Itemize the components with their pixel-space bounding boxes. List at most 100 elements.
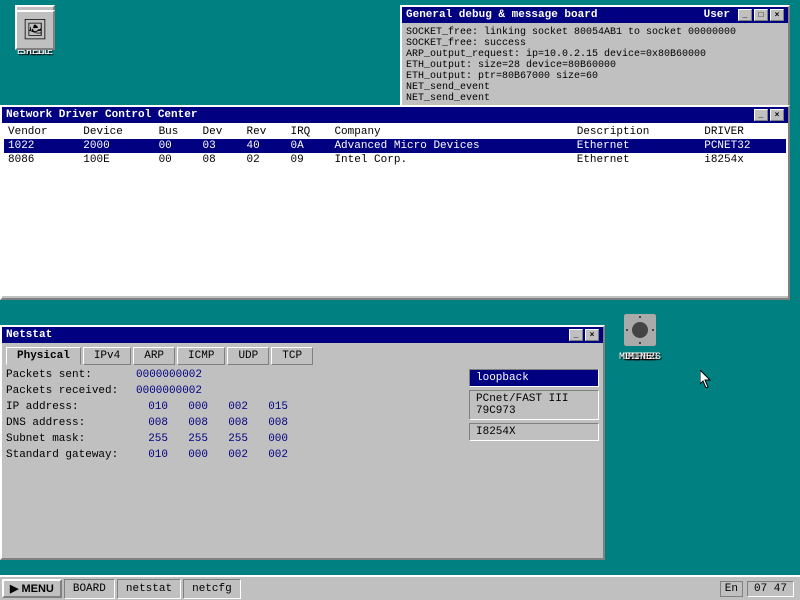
netdriver-close-btn[interactable]: × bbox=[770, 109, 784, 121]
netstat-content: PhysicalIPv4ARPICMPUDPTCP Packets sent:0… bbox=[2, 343, 603, 556]
debug-maximize-btn[interactable]: □ bbox=[754, 9, 768, 21]
stat-row: Packets received:0000000002 bbox=[6, 385, 463, 397]
tab-physical[interactable]: Physical bbox=[6, 347, 81, 365]
stat-value: 010 bbox=[136, 401, 168, 413]
icon-img-mine bbox=[620, 310, 660, 350]
debug-line: ETH_output: size=28 device=80B60000 bbox=[406, 60, 784, 71]
desktop-icon-mine[interactable]: MINE bbox=[610, 310, 670, 363]
stat-row: DNS address:008008008008 bbox=[6, 417, 463, 429]
netstat-title: Netstat bbox=[6, 329, 52, 341]
netstat-right: loopback PCnet/FAST III 79C973 I8254X bbox=[469, 369, 599, 465]
taskbar-netstat-label: netstat bbox=[126, 583, 172, 595]
taskbar-netcfg[interactable]: netcfg bbox=[183, 579, 241, 599]
debug-line: SOCKET_free: success bbox=[406, 38, 784, 49]
debug-content: SOCKET_free: linking socket 80054AB1 to … bbox=[402, 23, 788, 116]
adapter-button[interactable]: PCnet/FAST III 79C973 bbox=[469, 390, 599, 420]
netdriver-col-header: Company bbox=[330, 125, 572, 139]
icon-img-extra2: 🖼 bbox=[15, 10, 55, 50]
netdriver-cell: 100E bbox=[79, 153, 154, 167]
netdriver-cell: 0A bbox=[286, 139, 330, 153]
netdriver-table: VendorDeviceBusDevRevIRQCompanyDescripti… bbox=[4, 125, 786, 167]
netstat-title-left: Netstat bbox=[6, 329, 52, 341]
tab-tcp[interactable]: TCP bbox=[271, 347, 313, 365]
stat-value: 255 bbox=[216, 433, 248, 445]
netdriver-title: Network Driver Control Center bbox=[6, 109, 197, 121]
stat-value: 0000000002 bbox=[136, 385, 202, 397]
netstat-left: Packets sent:0000000002 Packets received:… bbox=[6, 369, 463, 465]
stat-label: DNS address: bbox=[6, 417, 136, 429]
netdriver-cell: PCNET32 bbox=[700, 139, 786, 153]
debug-title-left: General debug & message board bbox=[406, 9, 597, 21]
stat-value: 0000000002 bbox=[136, 369, 202, 381]
taskbar-netstat[interactable]: netstat bbox=[117, 579, 181, 599]
tab-udp[interactable]: UDP bbox=[227, 347, 269, 365]
netdriver-cell: i8254x bbox=[700, 153, 786, 167]
netdriver-title-left: Network Driver Control Center bbox=[6, 109, 197, 121]
netdriver-cell: 1022 bbox=[4, 139, 79, 153]
netstat-close-btn[interactable]: × bbox=[585, 329, 599, 341]
stat-value: 008 bbox=[176, 417, 208, 429]
netdriver-col-header: Bus bbox=[155, 125, 199, 139]
debug-window: General debug & message board User _ □ ×… bbox=[400, 5, 790, 120]
debug-user-label: User bbox=[704, 9, 730, 21]
netdriver-row[interactable]: 8086100E00080209Intel Corp.Etherneti8254… bbox=[4, 153, 786, 167]
netstat-window: Netstat _ × PhysicalIPv4ARPICMPUDPTCP Pa… bbox=[0, 325, 605, 560]
debug-titlebar: General debug & message board User _ □ × bbox=[402, 7, 788, 23]
icon-label-mine: MINE bbox=[628, 352, 652, 363]
adapter-button[interactable]: I8254X bbox=[469, 423, 599, 441]
netdriver-col-header: Dev bbox=[199, 125, 243, 139]
debug-line: ARP_output_request: ip=10.0.2.15 device=… bbox=[406, 49, 784, 60]
netdriver-window: Network Driver Control Center _ × Vendor… bbox=[0, 105, 790, 300]
start-button[interactable]: ▶ MENU bbox=[2, 579, 62, 598]
stat-row: Packets sent:0000000002 bbox=[6, 369, 463, 381]
stat-value: 002 bbox=[216, 401, 248, 413]
tab-arp[interactable]: ARP bbox=[133, 347, 175, 365]
stat-row: Standard gateway:010000002002 bbox=[6, 449, 463, 461]
netdriver-minimize-btn[interactable]: _ bbox=[754, 109, 768, 121]
stat-values: 0000000002 bbox=[136, 385, 202, 397]
stat-value: 000 bbox=[176, 401, 208, 413]
debug-line: NET_send_event bbox=[406, 82, 784, 93]
debug-close-btn[interactable]: × bbox=[770, 9, 784, 21]
stat-row: IP address:010000002015 bbox=[6, 401, 463, 413]
debug-titlebar-btns: _ □ × bbox=[738, 9, 784, 21]
netdriver-cell: Intel Corp. bbox=[330, 153, 572, 167]
stat-value: 255 bbox=[176, 433, 208, 445]
netdriver-cell: 02 bbox=[243, 153, 287, 167]
netstat-body: Packets sent:0000000002 Packets received:… bbox=[6, 369, 599, 465]
netdriver-cell: 00 bbox=[155, 139, 199, 153]
taskbar-board[interactable]: BOARD bbox=[64, 579, 115, 599]
right-desktop-icons: CLICKS SNAKE MBLOCKS PONG bbox=[610, 310, 800, 320]
debug-minimize-btn[interactable]: _ bbox=[738, 9, 752, 21]
stat-label: Subnet mask: bbox=[6, 433, 136, 445]
debug-line: NET_send_event bbox=[406, 93, 784, 104]
adapter-button[interactable]: loopback bbox=[469, 369, 599, 387]
netdriver-cell: 8086 bbox=[4, 153, 79, 167]
netdriver-col-header: Vendor bbox=[4, 125, 79, 139]
tab-icmp[interactable]: ICMP bbox=[177, 347, 225, 365]
netdriver-col-header: Rev bbox=[243, 125, 287, 139]
stat-value: 008 bbox=[256, 417, 288, 429]
cursor bbox=[700, 370, 712, 388]
stat-value: 000 bbox=[256, 433, 288, 445]
debug-line: SOCKET_free: linking socket 80054AB1 to … bbox=[406, 27, 784, 38]
tab-ipv4[interactable]: IPv4 bbox=[83, 347, 131, 365]
taskbar-right: En 07 47 bbox=[720, 581, 798, 597]
netdriver-row[interactable]: 102220000003400AAdvanced Micro DevicesEt… bbox=[4, 139, 786, 153]
netstat-titlebar: Netstat _ × bbox=[2, 327, 603, 343]
stat-values: 008008008008 bbox=[136, 417, 288, 429]
stat-value: 010 bbox=[136, 449, 168, 461]
stat-values: 010000002002 bbox=[136, 449, 288, 461]
desktop-icon-extra2[interactable]: 🖼 bbox=[5, 10, 65, 52]
taskbar-netcfg-label: netcfg bbox=[192, 583, 232, 595]
debug-line: ETH_output: ptr=80B67000 size=60 bbox=[406, 71, 784, 82]
netdriver-cell: Ethernet bbox=[573, 153, 700, 167]
netdriver-cell: 09 bbox=[286, 153, 330, 167]
debug-title: General debug & message board bbox=[406, 9, 597, 21]
netstat-minimize-btn[interactable]: _ bbox=[569, 329, 583, 341]
stat-label: IP address: bbox=[6, 401, 136, 413]
tab-row: PhysicalIPv4ARPICMPUDPTCP bbox=[6, 347, 599, 365]
netdriver-col-header: DRIVER bbox=[700, 125, 786, 139]
stat-values: 010000002015 bbox=[136, 401, 288, 413]
stat-row: Subnet mask:255255255000 bbox=[6, 433, 463, 445]
